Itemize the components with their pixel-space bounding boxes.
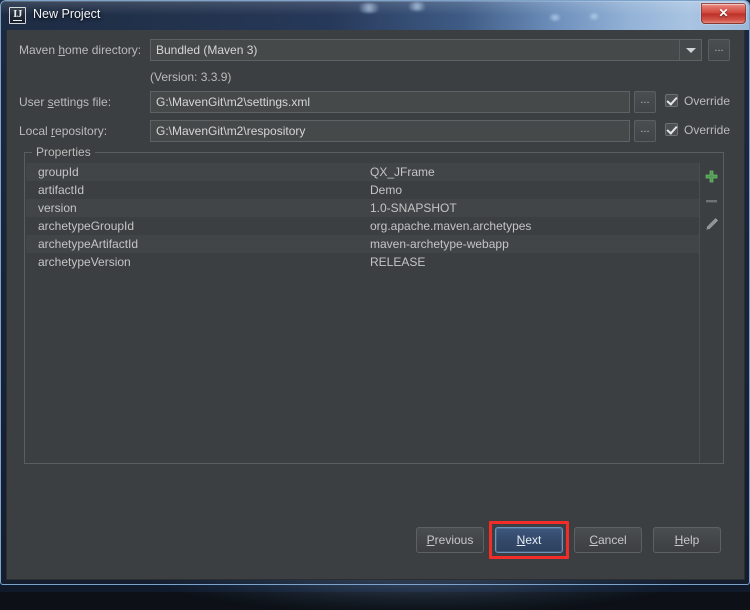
ellipsis-icon: ... xyxy=(714,42,724,54)
property-name: artifactId xyxy=(38,183,85,197)
intellij-app-icon: IJ xyxy=(9,7,26,24)
property-value: RELEASE xyxy=(370,255,426,269)
close-icon: ✕ xyxy=(718,6,729,20)
property-value: maven-archetype-webapp xyxy=(370,237,509,251)
dialog-content: Maven home directory: Bundled (Maven 3) … xyxy=(6,30,745,580)
local-repository-input[interactable]: G:\MavenGit\m2\respository xyxy=(150,120,630,142)
properties-group: Properties groupId QX_JFrame artifactId Dem… xyxy=(24,145,724,464)
maven-home-browse-button[interactable]: ... xyxy=(708,39,730,61)
user-settings-browse-button[interactable]: ... xyxy=(634,91,656,113)
minus-icon xyxy=(706,200,717,203)
titlebar-highlight-orb xyxy=(356,3,382,13)
dialog-title: New Project xyxy=(33,7,101,21)
local-repository-browse-button[interactable]: ... xyxy=(634,120,656,142)
properties-table[interactable]: groupId QX_JFrame artifactId Demo version 1.0… xyxy=(26,163,701,463)
table-row[interactable]: archetypeVersion RELEASE xyxy=(26,253,701,271)
property-name: archetypeArtifactId xyxy=(38,237,139,251)
property-name: groupId xyxy=(38,165,79,179)
edit-property-button[interactable] xyxy=(702,215,721,234)
property-value: org.apache.maven.archetypes xyxy=(370,219,532,233)
property-value: Demo xyxy=(370,183,403,197)
user-settings-input[interactable]: G:\MavenGit\m2\settings.xml xyxy=(150,91,630,113)
user-settings-label: User settings file: xyxy=(19,95,112,109)
table-row[interactable]: version 1.0-SNAPSHOT xyxy=(26,199,701,217)
maven-version-note: (Version: 3.3.9) xyxy=(150,70,232,84)
property-value: 1.0-SNAPSHOT xyxy=(370,201,457,215)
ellipsis-icon: ... xyxy=(640,123,650,135)
table-row[interactable]: artifactId Demo xyxy=(26,181,701,199)
ellipsis-icon: ... xyxy=(640,94,650,106)
maven-home-combobox[interactable]: Bundled (Maven 3) xyxy=(150,39,702,61)
properties-toolbar xyxy=(699,163,723,463)
maven-home-label: Maven home directory: xyxy=(19,43,142,57)
new-project-dialog: IJ New Project ✕ Maven home directory: B… xyxy=(0,0,750,585)
close-button[interactable]: ✕ xyxy=(701,3,746,24)
app-icon-label: IJ xyxy=(13,8,22,20)
titlebar-highlight-orb xyxy=(406,2,428,11)
local-repository-override-label: Override xyxy=(684,123,731,137)
help-button[interactable]: Help xyxy=(653,527,721,553)
maven-home-value: Bundled (Maven 3) xyxy=(156,43,258,57)
cancel-button[interactable]: Cancel xyxy=(574,527,642,553)
chevron-down-icon[interactable] xyxy=(679,40,701,60)
properties-legend: Properties xyxy=(32,145,95,159)
previous-button[interactable]: Previous xyxy=(416,527,484,553)
pencil-icon xyxy=(706,218,718,230)
property-name: version xyxy=(38,201,77,215)
plus-icon xyxy=(705,170,718,183)
checkmark-icon xyxy=(665,94,678,107)
property-value: QX_JFrame xyxy=(370,165,435,179)
table-row[interactable]: archetypeArtifactId maven-archetype-webap… xyxy=(26,235,701,253)
next-button[interactable]: Next xyxy=(495,527,563,553)
titlebar-highlight-orb xyxy=(547,14,563,21)
local-repository-label: Local repository: xyxy=(19,124,108,138)
property-name: archetypeGroupId xyxy=(38,219,135,233)
checkmark-icon xyxy=(665,123,678,136)
titlebar-highlight-orb xyxy=(587,13,601,20)
remove-property-button[interactable] xyxy=(702,191,721,210)
property-name: archetypeVersion xyxy=(38,255,131,269)
table-row[interactable]: groupId QX_JFrame xyxy=(26,163,701,181)
add-property-button[interactable] xyxy=(702,167,721,186)
user-settings-override-label: Override xyxy=(684,94,731,108)
dialog-titlebar[interactable]: IJ New Project ✕ xyxy=(1,1,749,30)
table-row[interactable]: archetypeGroupId org.apache.maven.archety… xyxy=(26,217,701,235)
